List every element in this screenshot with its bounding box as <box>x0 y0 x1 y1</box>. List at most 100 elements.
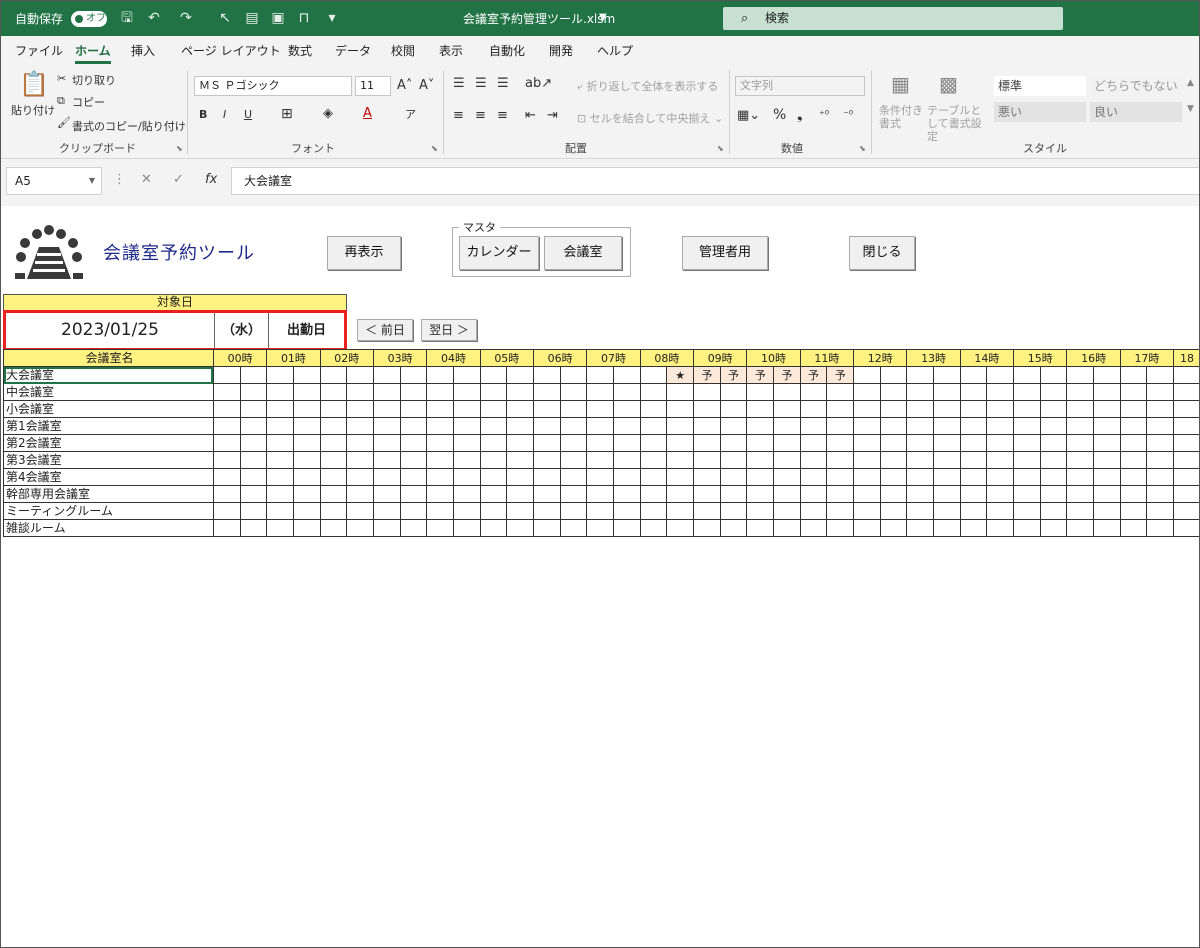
align-left-icon[interactable]: ≡ <box>453 108 464 123</box>
time-slot-cell[interactable] <box>1066 434 1095 452</box>
increase-indent-icon[interactable]: ⇥ <box>547 108 558 123</box>
cut-button[interactable]: 切り取り <box>72 72 116 88</box>
time-slot-cell[interactable] <box>1039 502 1068 520</box>
room-name-cell[interactable]: 第2会議室 <box>3 434 214 452</box>
time-slot-cell[interactable] <box>559 519 588 537</box>
time-slot-cell[interactable] <box>1013 366 1041 384</box>
time-slot-cell[interactable] <box>799 417 828 435</box>
time-slot-cell[interactable] <box>693 417 721 435</box>
style-bad[interactable]: 悪い <box>994 102 1086 122</box>
time-slot-cell[interactable] <box>319 502 348 520</box>
time-slot-cell[interactable] <box>1173 400 1199 418</box>
time-slot-cell[interactable] <box>452 400 481 418</box>
time-slot-cell[interactable] <box>746 502 775 520</box>
time-slot-cell[interactable] <box>799 400 828 418</box>
room-name-cell[interactable]: 第1会議室 <box>3 417 214 435</box>
time-slot-cell[interactable] <box>959 417 988 435</box>
time-slot-cell[interactable] <box>239 366 268 384</box>
time-slot-cell[interactable] <box>319 468 348 486</box>
time-slot-cell[interactable] <box>666 451 695 469</box>
time-slot-cell[interactable] <box>426 485 454 503</box>
time-slot-cell[interactable] <box>826 451 855 469</box>
time-slot-cell[interactable] <box>1173 468 1199 486</box>
align-middle-icon[interactable]: ☰ <box>475 76 487 91</box>
time-slot-cell[interactable] <box>372 502 401 520</box>
time-slot-cell[interactable] <box>1013 485 1041 503</box>
time-slot-cell[interactable] <box>933 502 961 520</box>
bold-icon[interactable]: B <box>199 108 207 121</box>
time-slot-cell[interactable] <box>693 383 721 401</box>
time-slot-cell[interactable] <box>986 519 1015 537</box>
time-slot-cell[interactable] <box>639 434 668 452</box>
time-slot-cell[interactable] <box>212 502 241 520</box>
time-slot-cell[interactable] <box>506 502 534 520</box>
fill-color-icon[interactable]: ◈ <box>323 106 333 121</box>
time-slot-cell[interactable] <box>586 468 614 486</box>
style-standard[interactable]: 標準 <box>994 76 1086 96</box>
admin-button[interactable]: 管理者用 <box>682 236 768 270</box>
time-slot-cell[interactable] <box>559 434 588 452</box>
time-slot-cell[interactable] <box>479 519 508 537</box>
scroll-down-icon[interactable]: ▼ <box>1187 104 1194 114</box>
picture-icon[interactable]: ▣ <box>269 9 287 27</box>
time-slot-cell[interactable] <box>1146 383 1175 401</box>
time-slot-cell[interactable] <box>1119 502 1148 520</box>
time-slot-cell[interactable] <box>853 451 881 469</box>
time-slot-cell[interactable] <box>1173 502 1199 520</box>
time-slot-cell[interactable] <box>266 468 294 486</box>
time-slot-cell[interactable] <box>719 519 748 537</box>
italic-icon[interactable]: I <box>223 108 226 121</box>
time-slot-cell[interactable] <box>532 519 561 537</box>
time-slot-cell[interactable] <box>239 400 268 418</box>
time-slot-cell[interactable] <box>959 502 988 520</box>
time-slot-cell[interactable] <box>1119 468 1148 486</box>
time-slot-cell[interactable] <box>319 519 348 537</box>
conditional-format-icon[interactable]: ▦ <box>891 72 910 96</box>
time-slot-cell[interactable] <box>986 383 1015 401</box>
time-slot-cell[interactable] <box>372 519 401 537</box>
time-slot-cell[interactable] <box>773 451 801 469</box>
copy-button[interactable]: コピー <box>72 94 105 110</box>
tab-review[interactable]: 校閲 <box>391 42 415 59</box>
tab-file[interactable]: ファイル <box>15 42 63 59</box>
time-slot-cell[interactable] <box>212 400 241 418</box>
time-slot-cell[interactable] <box>586 502 614 520</box>
time-slot-cell[interactable] <box>1119 366 1148 384</box>
time-slot-cell[interactable] <box>826 417 855 435</box>
time-slot-cell[interactable] <box>719 451 748 469</box>
style-good[interactable]: 良い <box>1090 102 1182 122</box>
time-slot-cell[interactable] <box>906 451 935 469</box>
booked-slot-cell[interactable]: 予 <box>693 366 721 384</box>
time-slot-cell[interactable] <box>773 383 801 401</box>
time-slot-cell[interactable] <box>1093 502 1121 520</box>
time-slot-cell[interactable] <box>693 451 721 469</box>
name-box[interactable]: A5 ▼ <box>6 167 102 195</box>
calendar-button[interactable]: カレンダー <box>459 236 539 270</box>
time-slot-cell[interactable] <box>773 485 801 503</box>
time-slot-cell[interactable] <box>1039 366 1068 384</box>
time-slot-cell[interactable] <box>1013 519 1041 537</box>
time-slot-cell[interactable] <box>666 400 695 418</box>
time-slot-cell[interactable] <box>1173 451 1199 469</box>
time-slot-cell[interactable] <box>292 519 321 537</box>
time-slot-cell[interactable] <box>452 519 481 537</box>
time-slot-cell[interactable] <box>1013 502 1041 520</box>
time-slot-cell[interactable] <box>639 383 668 401</box>
time-slot-cell[interactable] <box>933 417 961 435</box>
number-format-select[interactable]: 文字列 <box>735 76 865 96</box>
time-slot-cell[interactable] <box>853 485 881 503</box>
time-slot-cell[interactable] <box>959 366 988 384</box>
time-slot-cell[interactable] <box>239 451 268 469</box>
time-slot-cell[interactable] <box>319 417 348 435</box>
time-slot-cell[interactable] <box>479 366 508 384</box>
prev-day-button[interactable]: ＜ 前日 <box>357 319 413 341</box>
time-slot-cell[interactable] <box>452 366 481 384</box>
time-slot-cell[interactable] <box>853 434 881 452</box>
time-slot-cell[interactable] <box>1093 366 1121 384</box>
time-slot-cell[interactable] <box>906 383 935 401</box>
room-name-cell[interactable]: 幹部専用会議室 <box>3 485 214 503</box>
time-slot-cell[interactable] <box>693 502 721 520</box>
time-slot-cell[interactable] <box>986 366 1015 384</box>
copy-icon[interactable]: ⧉ <box>57 94 65 108</box>
orientation-icon[interactable]: ab↗ <box>525 76 552 91</box>
